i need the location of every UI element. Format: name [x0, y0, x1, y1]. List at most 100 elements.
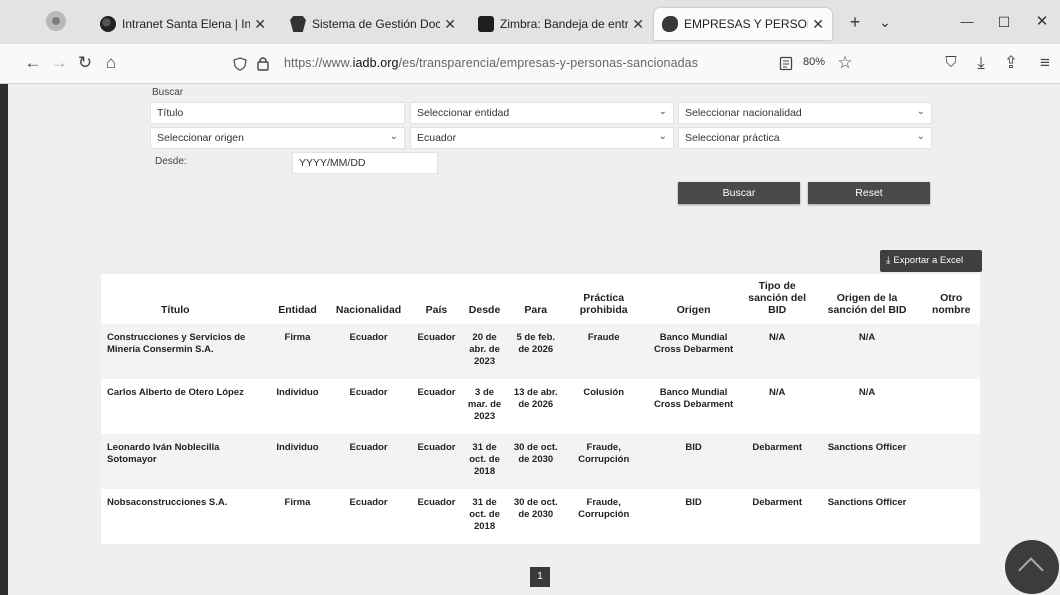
from-date-input[interactable]: YYYY/MM/DD: [292, 152, 438, 174]
cell-origen: BID: [644, 489, 743, 544]
table-header-row: Título Entidad Nacionalidad País Desde P…: [101, 274, 980, 324]
cell-tipo-sancion: N/A: [742, 379, 812, 434]
cell-para: 5 de feb. de 2026: [508, 324, 563, 379]
origin-select-value: Seleccionar origen: [157, 132, 244, 144]
cell-origen-sancion: Sanctions Officer: [811, 489, 923, 544]
origin-select[interactable]: Seleccionar origen ⌄: [150, 127, 405, 149]
close-window-button[interactable]: ✕: [1030, 10, 1054, 34]
cell-titulo: Leonardo Iván Noblecilla Sotomayor: [101, 434, 271, 489]
close-tab-icon[interactable]: ✕: [440, 16, 456, 33]
country-select-value: Ecuador: [417, 132, 457, 144]
url-path: /es/transparencia/empresas-y-personas-sa…: [398, 56, 699, 70]
cell-origen: Banco Mundial Cross Debarment: [644, 324, 743, 379]
address-bar[interactable]: https://www.iadb.org/es/transparencia/em…: [284, 56, 698, 70]
entity-select[interactable]: Seleccionar entidad ⌄: [410, 102, 674, 124]
close-tab-icon[interactable]: ✕: [250, 16, 266, 33]
column-header-pais[interactable]: País: [412, 274, 460, 324]
shield-icon[interactable]: [233, 57, 247, 71]
download-icon: ⤓: [886, 255, 891, 266]
practice-select-value: Seleccionar práctica: [685, 132, 780, 144]
reader-view-icon[interactable]: [779, 56, 793, 71]
reload-button[interactable]: ↻: [74, 52, 96, 74]
sanctions-table: Título Entidad Nacionalidad País Desde P…: [101, 274, 980, 544]
cell-entidad: Individuo: [270, 434, 325, 489]
cell-origen-sancion: Sanctions Officer: [811, 434, 923, 489]
reset-button[interactable]: Reset: [808, 182, 930, 204]
zoom-level[interactable]: 80%: [803, 56, 825, 68]
cell-otro-nombre: [922, 324, 980, 379]
cell-nacionalidad: Ecuador: [324, 324, 413, 379]
cell-origen: BID: [644, 434, 743, 489]
nationality-select[interactable]: Seleccionar nacionalidad ⌄: [678, 102, 932, 124]
table-row: Leonardo Iván Noblecilla Sotomayor Indiv…: [101, 434, 980, 489]
cell-practica: Fraude, Corrupción: [562, 434, 645, 489]
url-domain: iadb.org: [352, 56, 399, 70]
practice-select[interactable]: Seleccionar práctica ⌄: [678, 127, 932, 149]
cell-otro-nombre: [922, 489, 980, 544]
cell-para: 13 de abr. de 2026: [508, 379, 563, 434]
navigation-bar: ← → ↻ ⌂ https://www.iadb.org/es/transpar…: [0, 44, 1060, 84]
globe-icon: [100, 16, 116, 32]
close-tab-icon[interactable]: ✕: [628, 16, 644, 33]
nationality-select-value: Seleccionar nacionalidad: [685, 107, 802, 119]
export-excel-button[interactable]: ⤓ Exportar a Excel: [880, 250, 982, 272]
cell-entidad: Firma: [270, 324, 325, 379]
back-button[interactable]: ←: [22, 52, 44, 74]
menu-icon[interactable]: ≡: [1034, 52, 1056, 74]
app-menu-icon[interactable]: [46, 11, 66, 31]
search-button[interactable]: Buscar: [678, 182, 800, 204]
cell-origen: Banco Mundial Cross Debarment: [644, 379, 743, 434]
cell-practica: Fraude, Corrupción: [562, 489, 645, 544]
column-header-practica[interactable]: Práctica prohibida: [563, 274, 645, 324]
downloads-icon[interactable]: ⤓: [970, 52, 992, 74]
cell-desde: 3 de mar. de 2023: [460, 379, 509, 434]
cell-titulo: Construcciones y Servicios de Minería Co…: [101, 324, 271, 379]
cell-origen-sancion: N/A: [811, 324, 923, 379]
bookmark-star-icon[interactable]: ☆: [834, 52, 856, 74]
tab-list-button[interactable]: ⌄: [873, 10, 897, 34]
iadb-icon: [662, 16, 678, 32]
tab-title: Intranet Santa Elena | Intran: [122, 17, 251, 31]
cell-entidad: Individuo: [270, 379, 325, 434]
country-select[interactable]: Ecuador ⌄: [410, 127, 674, 149]
tab-zimbra[interactable]: Zimbra: Bandeja de entrada ✕: [470, 8, 652, 40]
url-prefix: https://www.: [284, 56, 353, 70]
cell-desde: 31 de oct. de 2018: [460, 489, 509, 544]
cell-desde: 31 de oct. de 2018: [460, 434, 509, 489]
title-input[interactable]: Título: [150, 102, 405, 124]
cell-tipo-sancion: Debarment: [742, 434, 812, 489]
forward-button[interactable]: →: [48, 52, 70, 74]
close-tab-icon[interactable]: ✕: [808, 16, 824, 33]
column-header-entidad[interactable]: Entidad: [270, 274, 324, 324]
extensions-icon[interactable]: ⇪: [1000, 52, 1022, 74]
column-header-origen-sancion[interactable]: Origen de la sanción del BID: [812, 274, 923, 324]
maximize-button[interactable]: ☐: [992, 10, 1016, 34]
search-label: Buscar: [152, 87, 184, 98]
entity-select-value: Seleccionar entidad: [417, 107, 510, 119]
column-header-tipo-sancion[interactable]: Tipo de sanción del BID: [743, 274, 812, 324]
tab-intranet[interactable]: Intranet Santa Elena | Intran ✕: [92, 8, 274, 40]
column-header-desde[interactable]: Desde: [461, 274, 509, 324]
tab-sistema-gestion[interactable]: Sistema de Gestión Docum ✕: [282, 8, 464, 40]
chevron-down-icon: ⌄: [658, 131, 667, 142]
page-1-button[interactable]: 1: [530, 567, 550, 587]
cell-pais: Ecuador: [412, 324, 461, 379]
pocket-icon[interactable]: ⛉: [940, 52, 962, 74]
table-row: Nobsaconstrucciones S.A. Firma Ecuador E…: [101, 489, 980, 544]
column-header-para[interactable]: Para: [509, 274, 563, 324]
column-header-titulo[interactable]: Título: [101, 274, 270, 324]
home-button[interactable]: ⌂: [100, 52, 122, 74]
new-tab-button[interactable]: +: [843, 10, 867, 34]
tab-empresas-personas[interactable]: EMPRESAS Y PERSONAS SA ✕: [654, 8, 832, 40]
cell-entidad: Firma: [270, 489, 325, 544]
scroll-to-top-button[interactable]: [1005, 540, 1059, 594]
cell-otro-nombre: [922, 434, 980, 489]
column-header-nacionalidad[interactable]: Nacionalidad: [325, 274, 413, 324]
lock-icon[interactable]: [256, 56, 270, 71]
cell-pais: Ecuador: [412, 379, 461, 434]
column-header-origen[interactable]: Origen: [644, 274, 742, 324]
cell-tipo-sancion: Debarment: [742, 489, 812, 544]
export-excel-label: Exportar a Excel: [893, 255, 964, 266]
minimize-button[interactable]: —: [955, 10, 979, 34]
column-header-otro-nombre[interactable]: Otro nombre: [922, 274, 980, 324]
